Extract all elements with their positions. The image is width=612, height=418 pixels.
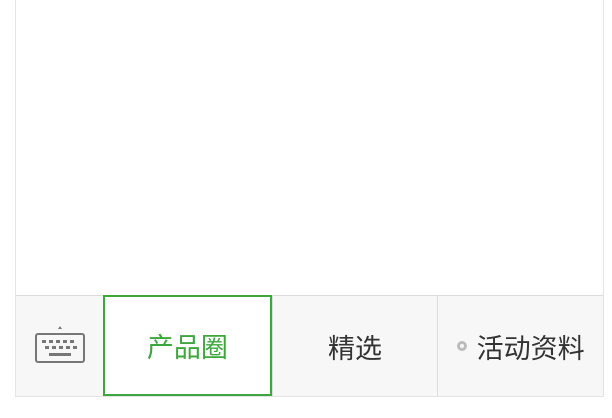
menu-item-label: 产品圈 [146, 333, 228, 364]
keyboard-icon [34, 326, 85, 363]
custom-menu-bar: 产品圈 精选 活动资料 [16, 295, 603, 396]
menu-item-label: 精选 [328, 333, 382, 365]
message-area [16, 0, 603, 295]
menu-item-product-circle[interactable]: 产品圈 [103, 295, 272, 396]
menu-item-event-materials[interactable]: 活动资料 [437, 296, 603, 396]
menu-item-label: 活动资料 [476, 333, 585, 365]
submenu-indicator-icon [456, 341, 467, 351]
keyboard-toggle-button[interactable] [16, 296, 103, 396]
menu-item-featured[interactable]: 精选 [271, 296, 438, 396]
chat-window: 产品圈 精选 活动资料 [15, 0, 604, 397]
